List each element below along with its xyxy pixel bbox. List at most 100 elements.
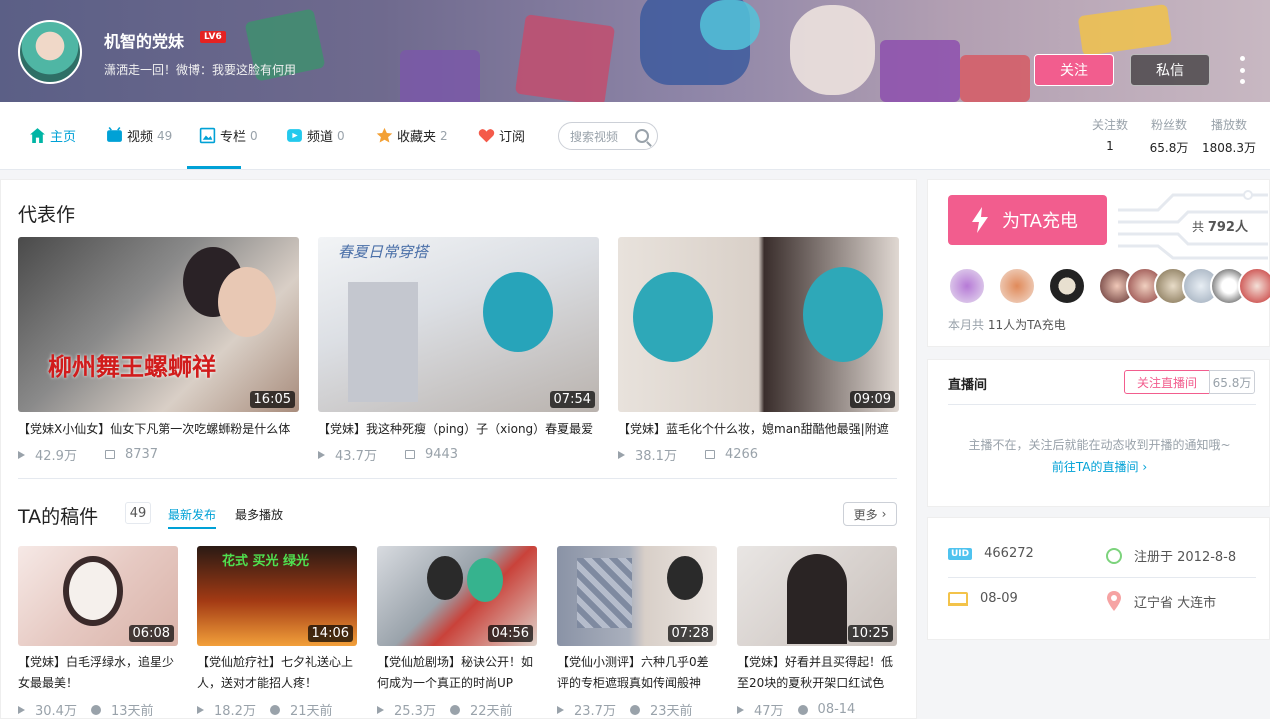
search-icon[interactable]: [635, 129, 649, 143]
upload-video-card[interactable]: 06:08 【党妹】白毛浮绿水，追星少女最最美！ 30.4万 13天前: [18, 546, 178, 719]
stat-following[interactable]: 关注数 1: [1088, 116, 1132, 153]
charger-avatars: [948, 267, 1270, 305]
video-thumbnail[interactable]: 10:25: [737, 546, 897, 646]
masterpiece-video-card[interactable]: 春夏日常穿搭 07:54 【党妹】我这种死瘦（ping）子（xiong）春夏最爱…: [318, 237, 599, 464]
live-room-title: 直播间: [948, 378, 988, 393]
video-title[interactable]: 【党妹】好看并且买得起！低至20块的夏秋开架口红试色: [737, 652, 897, 694]
live-room-panel: 直播间 关注直播间 65.8万 主播不在，关注后就能在动态收到开播的通知哦~ 前…: [927, 359, 1270, 507]
search-video-input[interactable]: 搜索视频: [558, 122, 658, 150]
uid-value: 466272: [984, 546, 1034, 561]
tab-latest[interactable]: 最新发布: [168, 506, 217, 529]
upload-video-card[interactable]: 10:25 【党妹】好看并且买得起！低至20块的夏秋开架口红试色 47万 08-…: [737, 546, 897, 719]
video-title[interactable]: 【党仙尬疗社】七夕礼送心上人，送对才能招人疼！: [197, 652, 357, 694]
publish-time: 23天前: [649, 704, 693, 719]
charger-avatar[interactable]: [948, 267, 986, 305]
charge-note-count: 11人为TA充电: [987, 318, 1066, 332]
clock-icon: [629, 704, 640, 715]
username: 机智的党妹: [104, 32, 185, 51]
go-to-live-room-link[interactable]: 前往TA的直播间 ›: [928, 458, 1270, 475]
tab-count: 0: [337, 128, 345, 143]
cake-icon: [948, 591, 968, 606]
video-title[interactable]: 【党仙尬剧场】秘诀公开！如何成为一个真正的时尚UP: [377, 652, 537, 694]
upload-video-card[interactable]: 花式 买光 绿光 14:06 【党仙尬疗社】七夕礼送心上人，送对才能招人疼！ 1…: [197, 546, 357, 719]
clock-icon: [1106, 547, 1122, 564]
video-title[interactable]: 【党妹】白毛浮绿水，追星少女最最美！: [18, 652, 178, 694]
tab-video[interactable]: 视频 49: [106, 126, 172, 145]
tab-favorites[interactable]: 收藏夹 2: [376, 126, 448, 145]
follow-button[interactable]: 关注: [1034, 54, 1114, 86]
live-divider: [948, 404, 1256, 405]
person-silhouette: [218, 267, 276, 337]
play-count: 42.9万: [35, 449, 77, 464]
live-offline-message: 主播不在，关注后就能在动态收到开播的通知哦~: [968, 438, 1231, 452]
stat-label: 关注数: [1091, 118, 1128, 132]
more-label: 更多: [853, 507, 878, 522]
user-avatar[interactable]: [18, 20, 82, 84]
tab-label: 收藏夹: [397, 130, 437, 145]
video-title[interactable]: 【党仙小测评】六种几乎0差评的专柜遮瑕真如传闻般神: [557, 652, 717, 694]
tab-most-played[interactable]: 最多播放: [235, 506, 283, 523]
danmaku-count: 8737: [124, 447, 159, 462]
video-thumbnail[interactable]: 春夏日常穿搭 07:54: [318, 237, 599, 412]
video-title[interactable]: 【党妹X小仙女】仙女下凡第一次吃螺蛳粉是什么体: [18, 420, 299, 437]
message-button[interactable]: 私信: [1130, 54, 1210, 86]
publish-time: 21天前: [289, 704, 333, 719]
play-count: 25.3万: [394, 704, 436, 719]
video-thumbnail[interactable]: 柳州舞王螺蛳祥 16:05: [18, 237, 299, 412]
search-placeholder: 搜索视频: [570, 129, 619, 144]
masterpiece-title: 代表作: [18, 204, 76, 226]
stat-fans[interactable]: 粉丝数 65.8万: [1146, 116, 1192, 156]
video-thumbnail[interactable]: 04:56: [377, 546, 537, 646]
tab-channel[interactable]: 频道 0: [286, 126, 345, 145]
play-count-icon: [737, 705, 744, 714]
uploads-count-badge: 49: [125, 502, 151, 524]
upload-video-card[interactable]: 07:28 【党仙小测评】六种几乎0差评的专柜遮瑕真如传闻般神 23.7万 23…: [557, 546, 717, 719]
tab-article[interactable]: 专栏 0: [199, 126, 258, 145]
follow-live-button[interactable]: 关注直播间: [1124, 370, 1210, 394]
blue-hair-portrait: [633, 272, 713, 362]
tab-subscribe[interactable]: 订阅: [478, 126, 525, 145]
heart-icon: [478, 129, 495, 143]
tab-label: 主页: [50, 130, 77, 145]
charger-avatar[interactable]: [998, 267, 1036, 305]
more-options-icon[interactable]: [1236, 56, 1248, 84]
video-thumbnail[interactable]: 09:09: [618, 237, 899, 412]
home-icon: [30, 128, 45, 143]
upload-video-card[interactable]: 04:56 【党仙尬剧场】秘诀公开！如何成为一个真正的时尚UP 25.3万 22…: [377, 546, 537, 719]
charge-button[interactable]: 为TA充电: [948, 195, 1107, 245]
video-stats: 38.1万 4266: [618, 445, 899, 464]
video-duration: 14:06: [307, 625, 353, 642]
video-title[interactable]: 【党妹】蓝毛化个什么妆，媳man甜酷他最强|附遮: [618, 420, 899, 437]
tab-home[interactable]: 主页: [29, 126, 76, 145]
header-banner: [0, 0, 1270, 102]
play-count: 23.7万: [574, 704, 616, 719]
clock-icon: [449, 704, 460, 715]
video-thumbnail[interactable]: 06:08: [18, 546, 178, 646]
play-count: 30.4万: [35, 704, 77, 719]
charger-avatar[interactable]: [1048, 267, 1086, 305]
charger-avatar[interactable]: [1238, 267, 1270, 305]
video-stats: 30.4万 13天前: [18, 700, 178, 719]
video-stats: 43.7万 9443: [318, 445, 599, 464]
person-silhouette: [467, 558, 503, 602]
danmaku-icon: [404, 450, 415, 459]
tab-label: 视频: [127, 130, 154, 145]
info-divider: [948, 577, 1256, 578]
masterpiece-video-card[interactable]: 09:09 【党妹】蓝毛化个什么妆，媳man甜酷他最强|附遮 38.1万 426…: [618, 237, 899, 464]
outfit-photo: [348, 282, 418, 402]
main-content: 代表作 柳州舞王螺蛳祥 16:05 【党妹X小仙女】仙女下凡第一次吃螺蛳粉是什么…: [0, 179, 917, 719]
gift-box-decoration: [880, 40, 960, 102]
video-thumbnail[interactable]: 07:28: [557, 546, 717, 646]
video-duration: 06:08: [128, 625, 174, 642]
danmaku-icon: [704, 450, 715, 459]
register-row: 注册于 2012-8-8: [1106, 546, 1236, 565]
masterpiece-video-card[interactable]: 柳州舞王螺蛳祥 16:05 【党妹X小仙女】仙女下凡第一次吃螺蛳粉是什么体 42…: [18, 237, 299, 464]
mosaic-face: [577, 558, 632, 628]
thumbnail-caption: 春夏日常穿搭: [338, 243, 429, 261]
live-follow-count: 65.8万: [1209, 370, 1255, 394]
video-stats: 47万 08-14: [737, 700, 897, 719]
tab-count: 2: [440, 128, 448, 143]
more-button[interactable]: 更多 ›: [843, 502, 897, 526]
video-thumbnail[interactable]: 花式 买光 绿光 14:06: [197, 546, 357, 646]
video-title[interactable]: 【党妹】我这种死瘦（ping）子（xiong）春夏最爱: [318, 420, 599, 437]
